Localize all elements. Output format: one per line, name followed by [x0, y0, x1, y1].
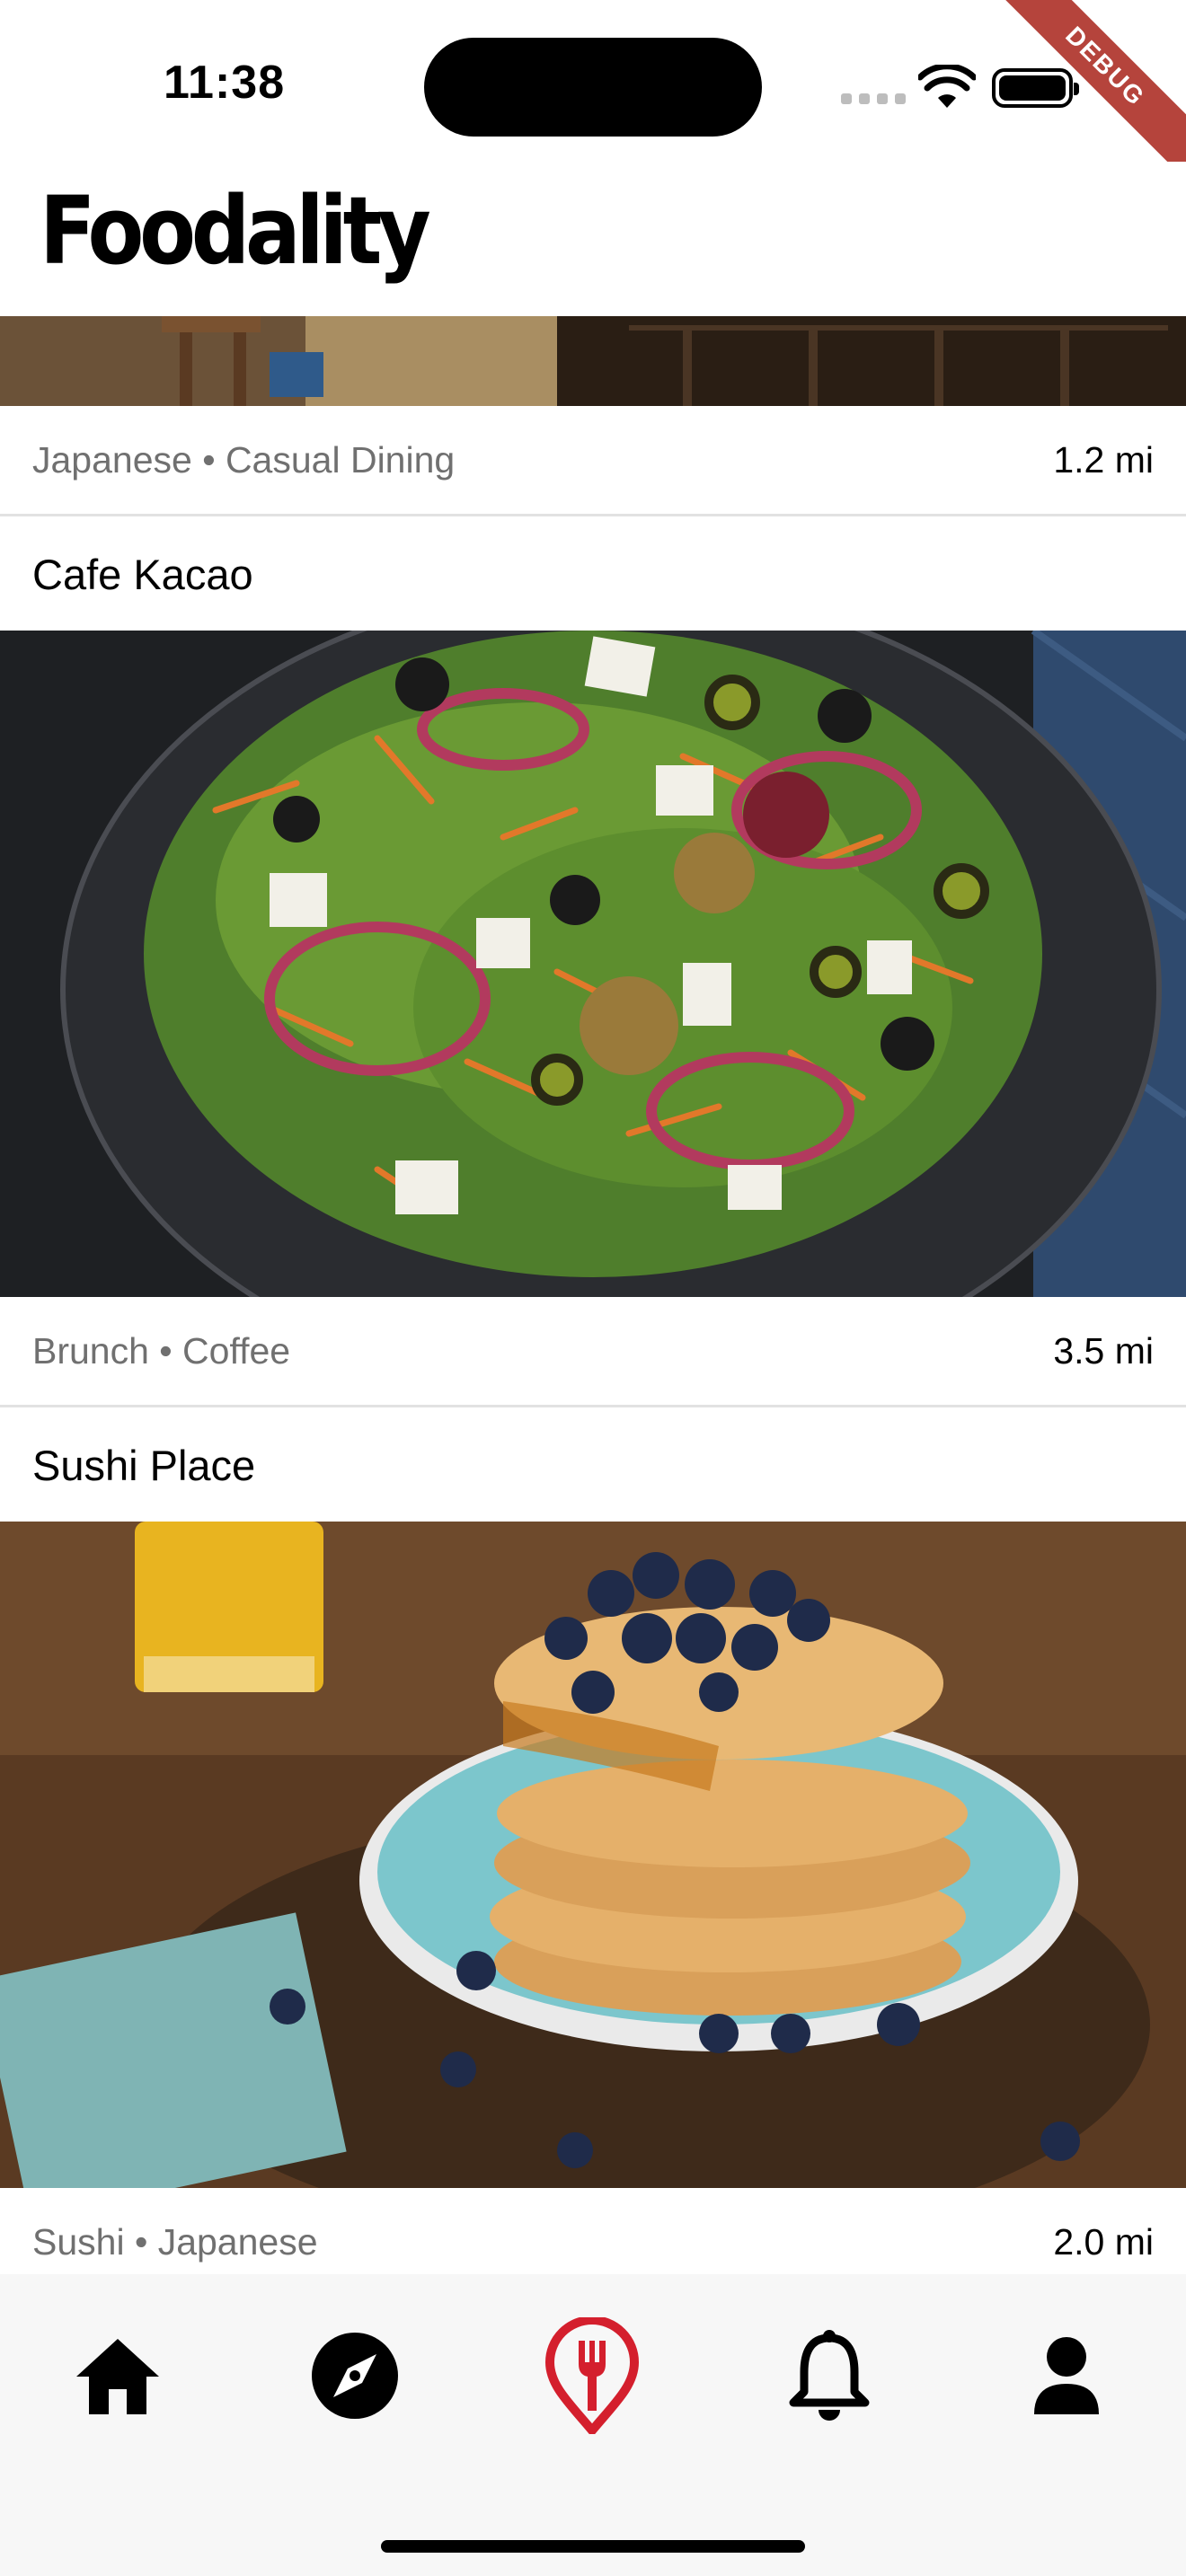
fork-pin-icon — [544, 2317, 640, 2434]
cellular-signal-icon — [841, 93, 906, 104]
restaurant-meta-row: Japanese • Casual Dining 1.2 mi — [0, 406, 1186, 514]
restaurant-meta-row: Sushi • Japanese 2.0 mi — [0, 2188, 1186, 2274]
nav-notifications-button[interactable] — [771, 2317, 888, 2434]
compass-icon — [312, 2333, 398, 2419]
dynamic-island — [424, 38, 762, 137]
restaurant-name[interactable]: Sushi Place — [32, 1407, 255, 1524]
restaurant-meta-row: Brunch • Coffee 3.5 mi — [0, 1297, 1186, 1405]
restaurant-image-interior[interactable] — [0, 316, 1186, 406]
blueberry-pancakes-image — [0, 1522, 1186, 2188]
restaurant-distance: 3.5 mi — [1053, 1330, 1154, 1372]
restaurant-name[interactable]: Cafe Kacao — [32, 516, 253, 633]
restaurant-distance: 1.2 mi — [1053, 439, 1154, 481]
home-icon — [76, 2339, 159, 2414]
nav-dining-button[interactable] — [534, 2317, 651, 2434]
person-icon — [1034, 2337, 1099, 2414]
restaurant-cuisine: Sushi • Japanese — [32, 2221, 318, 2263]
restaurant-feed[interactable]: Japanese • Casual Dining 1.2 mi Cafe Kac… — [0, 316, 1186, 2274]
restaurant-interior-image — [0, 316, 1186, 406]
nav-explore-button[interactable] — [296, 2317, 413, 2434]
wifi-icon — [918, 65, 976, 108]
battery-icon — [992, 68, 1079, 108]
nav-home-button[interactable] — [59, 2317, 176, 2434]
restaurant-cuisine: Brunch • Coffee — [32, 1330, 291, 1372]
restaurant-image-pancakes[interactable] — [0, 1522, 1186, 2188]
app-logo-title: Foodality — [40, 176, 431, 286]
status-time: 11:38 — [164, 57, 286, 109]
restaurant-image-salad[interactable] — [0, 631, 1186, 1297]
home-indicator[interactable] — [381, 2540, 805, 2553]
restaurant-cuisine: Japanese • Casual Dining — [32, 439, 456, 481]
app-bar: Foodality — [0, 162, 1186, 316]
status-bar: 11:38 DEBUG — [0, 0, 1186, 198]
bottom-navigation-bar — [0, 2274, 1186, 2576]
nav-profile-button[interactable] — [1008, 2317, 1125, 2434]
restaurant-distance: 2.0 mi — [1053, 2221, 1154, 2263]
bell-icon — [789, 2330, 870, 2421]
salad-plate-image — [0, 631, 1186, 1297]
